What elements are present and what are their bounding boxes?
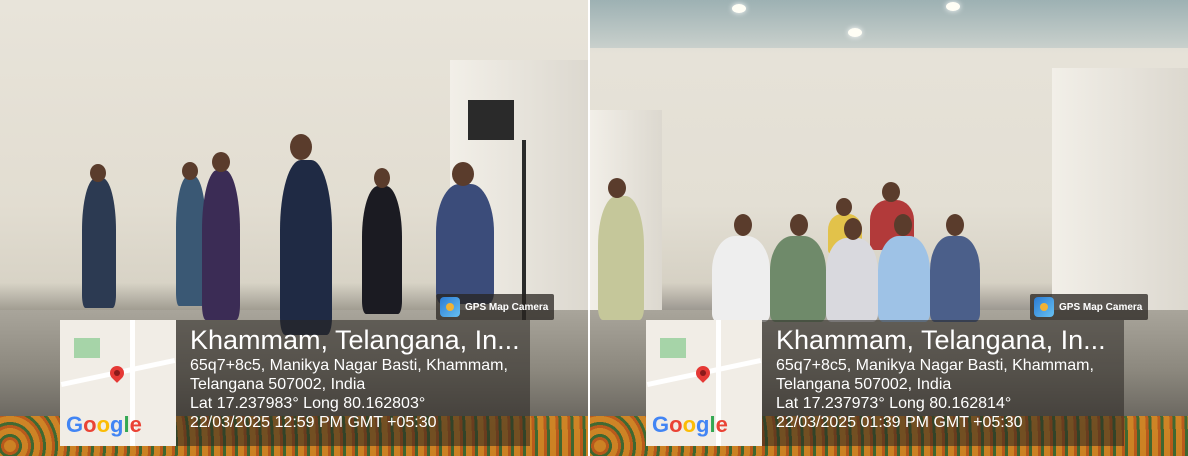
person (770, 236, 826, 322)
location-info: Khammam, Telangana, In... 65q7+8c5, Mani… (190, 324, 522, 432)
ceiling-light (732, 4, 746, 13)
google-logo: Google (66, 412, 142, 437)
gps-camera-badge: GPS Map Camera (1030, 294, 1149, 320)
address-line-2: Telangana 507002, India (190, 376, 366, 393)
coordinates: Lat 17.237983° Long 80.162803° (190, 395, 426, 412)
map-park (74, 338, 100, 358)
person-head (452, 162, 474, 186)
person (202, 170, 240, 320)
mini-map: Google (60, 320, 176, 446)
person (930, 236, 980, 322)
mini-map: Google (646, 320, 762, 446)
gps-camera-icon (1034, 297, 1054, 317)
ceiling (590, 0, 1188, 48)
address-line-1: 65q7+8c5, Manikya Nagar Basti, Khammam, (776, 357, 1094, 374)
ceiling-light (848, 28, 862, 37)
person (362, 186, 402, 314)
person-head (182, 162, 198, 180)
location-overlay: Google Khammam, Telangana, In... 65q7+8c… (646, 320, 1124, 446)
location-info: Khammam, Telangana, In... 65q7+8c5, Mani… (776, 324, 1116, 432)
address-line-1: 65q7+8c5, Manikya Nagar Basti, Khammam, (190, 357, 508, 374)
person-head (608, 178, 626, 198)
address-line-2: Telangana 507002, India (776, 376, 952, 393)
person (436, 184, 494, 304)
person-head (894, 214, 912, 236)
light-stand (522, 140, 526, 320)
person-head (290, 134, 312, 160)
stage-light (468, 100, 514, 140)
person-head (882, 182, 900, 202)
ceiling-light (946, 2, 960, 11)
map-pin-icon (693, 363, 713, 383)
person-head (212, 152, 230, 172)
person-head (790, 214, 808, 236)
person (598, 196, 644, 320)
place-name: Khammam, Telangana, In... (190, 325, 520, 355)
google-logo: Google (652, 412, 728, 437)
badge-label: GPS Map Camera (465, 301, 549, 313)
timestamp: 22/03/2025 12:59 PM GMT +05:30 (190, 414, 437, 431)
stage-side-wall (1052, 68, 1188, 330)
person-head (374, 168, 390, 188)
timestamp: 22/03/2025 01:39 PM GMT +05:30 (776, 414, 1023, 431)
person (82, 178, 116, 308)
person (712, 236, 770, 322)
map-pin-icon (107, 363, 127, 383)
badge-label: GPS Map Camera (1059, 301, 1143, 313)
person-head (946, 214, 964, 236)
person-head (836, 198, 852, 216)
coordinates: Lat 17.237973° Long 80.162814° (776, 395, 1012, 412)
person (826, 238, 878, 322)
person-head (734, 214, 752, 236)
place-name: Khammam, Telangana, In... (776, 325, 1106, 355)
gps-camera-badge: GPS Map Camera (436, 294, 555, 320)
person-head (90, 164, 106, 182)
map-park (660, 338, 686, 358)
location-overlay: Google Khammam, Telangana, In... 65q7+8c… (60, 320, 530, 446)
person (280, 160, 332, 335)
gps-camera-icon (440, 297, 460, 317)
person (878, 236, 930, 322)
person-head (844, 218, 862, 240)
photo-right: GPS Map Camera Google Khammam, Telangana… (590, 0, 1188, 456)
photo-left: GPS Map Camera Google Khammam, Telangana… (0, 0, 588, 456)
